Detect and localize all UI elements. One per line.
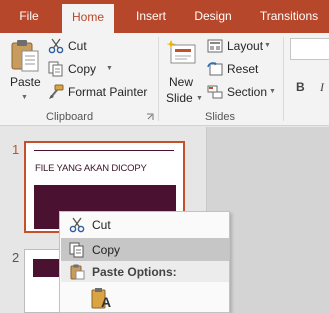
tab-insert[interactable]: Insert bbox=[128, 0, 174, 33]
tab-transitions[interactable]: Transitions bbox=[254, 0, 324, 33]
format-painter-label: Format Painter bbox=[68, 85, 148, 99]
context-menu-copy-label: Copy bbox=[92, 243, 121, 257]
italic-button[interactable]: I bbox=[320, 80, 324, 95]
paste-options-header: Paste Options: bbox=[61, 261, 229, 282]
context-menu: Cut Copy Paste Options: A bbox=[59, 211, 230, 313]
layout-button[interactable]: Layout ▼ bbox=[207, 37, 277, 55]
clipboard-group-label: Clipboard bbox=[46, 111, 94, 123]
scissors-icon bbox=[69, 217, 85, 233]
paste-keep-text-only-button[interactable]: A bbox=[89, 285, 115, 311]
copy-label: Copy bbox=[68, 62, 97, 76]
format-painter-button[interactable]: Format Painter bbox=[48, 83, 148, 101]
tab-file[interactable]: File bbox=[12, 0, 46, 33]
slide-title: FILE YANG AKAN DICOPY bbox=[35, 163, 147, 174]
font-name-box[interactable] bbox=[290, 38, 329, 60]
clipboard-paste-icon bbox=[11, 40, 39, 72]
slide-number: 2 bbox=[12, 250, 20, 265]
section-icon bbox=[207, 85, 223, 99]
paste-options-label: Paste Options: bbox=[92, 265, 177, 279]
bold-button[interactable]: B bbox=[296, 80, 305, 94]
paste-button[interactable]: Paste ▼ bbox=[4, 35, 44, 109]
reset-button[interactable]: Reset bbox=[207, 60, 267, 78]
ribbon-tab-bar: File Home Insert Design Transitions bbox=[0, 0, 329, 33]
slide-number: 1 bbox=[12, 142, 20, 157]
paste-option-glyph: A bbox=[101, 294, 112, 310]
paste-dropdown-icon[interactable]: ▼ bbox=[21, 94, 28, 101]
scissors-icon bbox=[48, 38, 64, 54]
new-slide-dropdown-icon[interactable]: ▼ bbox=[196, 95, 203, 102]
paste-label: Paste bbox=[10, 75, 41, 89]
section-button[interactable]: Section ▼ bbox=[207, 83, 283, 101]
group-separator bbox=[158, 37, 159, 121]
section-dropdown-icon[interactable]: ▼ bbox=[269, 88, 276, 95]
layout-label: Layout bbox=[227, 39, 264, 53]
ribbon: Paste ▼ Cut Copy ▼ Format Painter Clipbo… bbox=[0, 33, 329, 126]
new-slide-label-line1: New bbox=[169, 75, 194, 89]
tab-home[interactable]: Home bbox=[62, 4, 114, 33]
copy-icon bbox=[48, 61, 63, 77]
new-slide-label-line2: Slide bbox=[166, 91, 193, 105]
copy-dropdown-icon[interactable]: ▼ bbox=[106, 65, 113, 72]
reset-label: Reset bbox=[227, 62, 259, 76]
layout-dropdown-icon[interactable]: ▼ bbox=[264, 42, 271, 49]
copy-button[interactable]: Copy ▼ bbox=[48, 60, 118, 78]
new-slide-icon bbox=[167, 40, 196, 64]
context-menu-cut-label: Cut bbox=[92, 218, 111, 232]
new-slide-button[interactable]: New Slide ▼ bbox=[163, 35, 203, 109]
section-label: Section bbox=[227, 85, 268, 99]
cut-button[interactable]: Cut bbox=[48, 37, 108, 55]
group-separator bbox=[283, 37, 284, 121]
context-menu-copy[interactable]: Copy bbox=[61, 238, 229, 262]
reset-icon bbox=[207, 62, 223, 76]
slides-group-label: Slides bbox=[205, 111, 235, 123]
context-menu-cut[interactable]: Cut bbox=[61, 213, 229, 237]
dialog-launcher-icon[interactable] bbox=[146, 113, 154, 121]
clipboard-paste-icon bbox=[70, 264, 85, 280]
cut-label: Cut bbox=[68, 39, 87, 53]
copy-icon bbox=[69, 242, 84, 258]
tab-design[interactable]: Design bbox=[188, 0, 238, 33]
layout-icon bbox=[207, 39, 223, 53]
slide-top-rule bbox=[34, 150, 174, 151]
paintbrush-icon bbox=[49, 84, 64, 99]
